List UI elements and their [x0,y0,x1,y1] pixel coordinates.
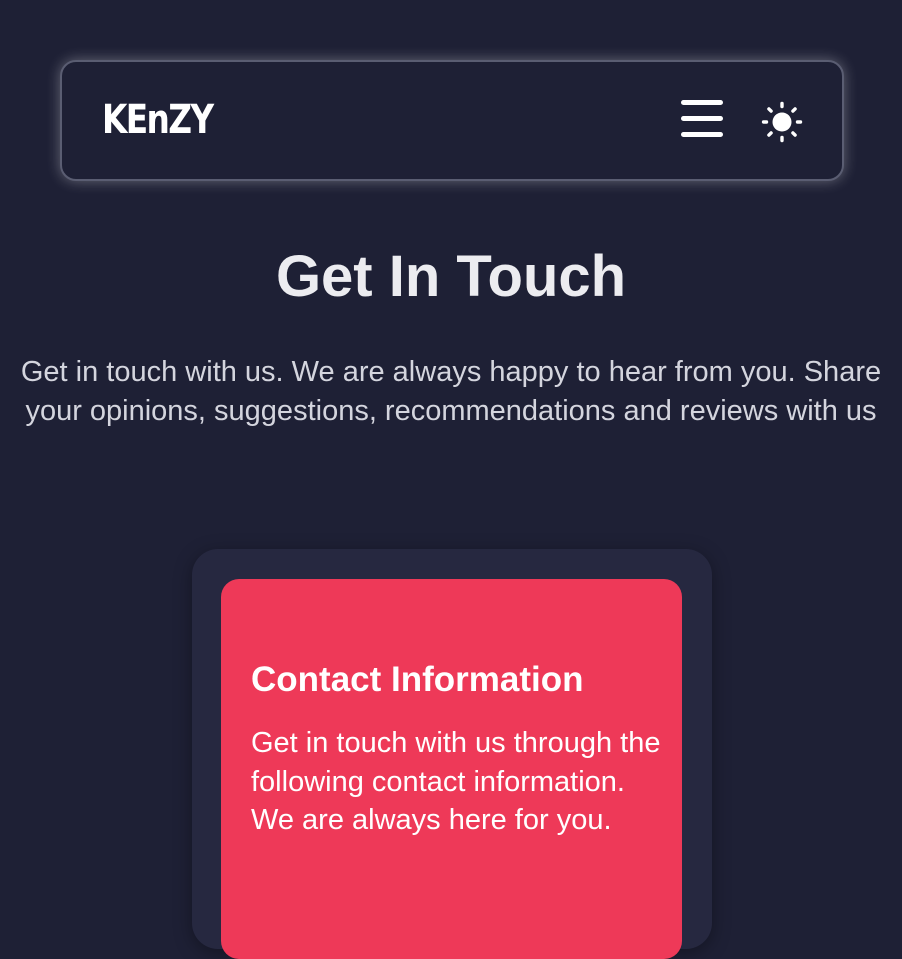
navbar: KEnZY [60,60,844,181]
hamburger-menu-icon[interactable] [681,100,725,140]
contact-information-title: Contact Information [251,660,584,699]
brand-logo[interactable]: KEnZY [102,96,214,144]
contact-information-panel: Contact Information Get in touch with us… [221,579,682,959]
intro-text: Get in touch with us. We are always happ… [20,356,882,427]
contact-card: Contact Information Get in touch with us… [192,549,712,959]
page-title: Get In Touch [275,244,627,309]
sun-icon[interactable] [761,101,803,143]
contact-information-text: Get in touch with us through the followi… [251,727,661,836]
